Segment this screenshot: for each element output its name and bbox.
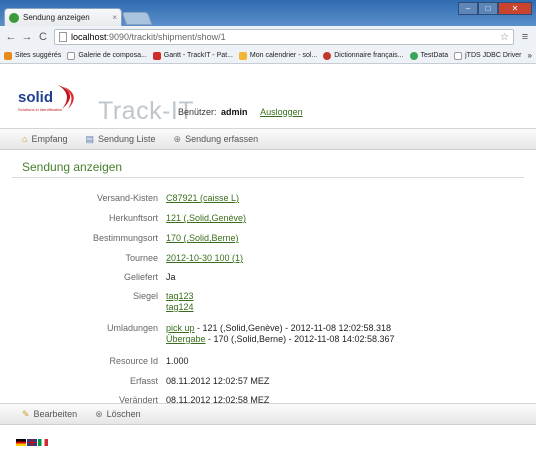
bestimmung-label: Bestimmungsort	[92, 233, 158, 243]
herkunft-label: Herkunftsort	[108, 213, 158, 223]
action-bar: ✎ Bearbeiten ⊗ Löschen	[0, 403, 536, 425]
main-nav: ⌂ Empfang ▤ Sendung Liste ⊕ Sendung erfa…	[0, 128, 536, 150]
delete-button[interactable]: ⊗ Löschen	[95, 409, 141, 420]
divider	[12, 177, 524, 178]
language-switcher	[16, 439, 49, 446]
page-title: Sendung anzeigen	[22, 160, 123, 174]
logout-link[interactable]: Ausloggen	[260, 107, 303, 117]
bookmarks-bar: Sites suggérés Galerie de composa... Gan…	[0, 48, 536, 64]
add-document-icon: ⊕	[173, 133, 182, 144]
bookmark-item[interactable]: Gantt - TrackIT - Pat...	[152, 51, 233, 60]
browser-tab[interactable]: Sendung anzeigen ×	[4, 8, 122, 26]
calendar-icon	[238, 51, 247, 60]
bookmark-item[interactable]: jTDS JDBC Driver	[454, 51, 522, 60]
list-icon: ▤	[85, 133, 94, 144]
close-window-button[interactable]: ✕	[498, 2, 532, 15]
german-flag-icon[interactable]	[16, 439, 26, 446]
edit-label: Bearbeiten	[33, 409, 78, 419]
page: solid Solutions in Identification Track-…	[0, 65, 536, 452]
edit-button[interactable]: ✎ Bearbeiten	[22, 409, 77, 420]
page-icon	[454, 51, 463, 60]
umladung-details: - 170 (,Solid,Berne) - 2012-11-08 14:02:…	[205, 334, 395, 344]
bestimmung-link[interactable]: 170 (,Solid,Berne)	[166, 233, 239, 243]
bookmarks-more-button[interactable]: »	[528, 51, 532, 60]
browser-titlebar: Sendung anzeigen × – □ ✕	[0, 0, 536, 26]
back-icon[interactable]: ←	[4, 31, 18, 43]
menu-icon[interactable]: ≡	[518, 31, 532, 43]
forward-icon[interactable]: →	[20, 31, 34, 43]
nav-create-label: Sendung erfassen	[185, 134, 259, 144]
erfasst-label: Erfasst	[129, 376, 158, 386]
siegel-label: Siegel	[132, 291, 158, 301]
pencil-icon: ✎	[22, 408, 30, 419]
url-input[interactable]: localhost :9090/trackit/shipment/show/1 …	[54, 29, 514, 45]
bookmark-label: Galerie de composa...	[78, 52, 147, 59]
siegel-link[interactable]: tag123	[166, 291, 194, 301]
bookmark-label: Mon calendrier - sol...	[249, 52, 318, 59]
english-flag-icon[interactable]	[27, 439, 37, 446]
new-tab-button[interactable]	[121, 12, 153, 25]
resource-label: Resource Id	[109, 356, 158, 366]
bookmark-item[interactable]: Dictionnaire français...	[323, 51, 404, 60]
user-info: Benützer: admin Ausloggen	[178, 107, 303, 117]
umladung-link[interactable]: pick up	[166, 323, 195, 333]
geliefert-value: Ja	[166, 272, 176, 282]
nav-list-label: Sendung Liste	[97, 134, 156, 144]
bookmark-star-icon[interactable]: ☆	[500, 32, 509, 43]
favicon-icon	[9, 12, 19, 23]
user-label: Benützer:	[178, 107, 217, 117]
reload-icon[interactable]: C	[36, 31, 50, 43]
nav-list[interactable]: ▤ Sendung Liste	[85, 134, 155, 145]
tournee-label: Tournee	[125, 253, 158, 263]
bookmark-icon	[323, 51, 332, 60]
bookmark-item[interactable]: Sites suggérés	[4, 51, 62, 60]
erfasst-value: 08.11.2012 12:02:57 MEZ	[166, 376, 270, 386]
italian-flag-icon[interactable]	[38, 439, 48, 446]
page-icon	[59, 32, 67, 42]
bookmark-item[interactable]: TestData	[409, 51, 449, 60]
versand-link[interactable]: C87921 (caisse L)	[166, 193, 239, 203]
bookmark-item[interactable]: Mon calendrier - sol...	[238, 51, 318, 60]
bookmark-label: Dictionnaire français...	[334, 52, 404, 59]
bookmark-item[interactable]: Galerie de composa...	[67, 51, 147, 60]
solid-logo[interactable]: solid Solutions in Identification	[18, 83, 78, 117]
logo-swoosh-icon	[58, 85, 74, 109]
bookmark-icon	[409, 51, 418, 60]
app-header: solid Solutions in Identification Track-…	[0, 65, 536, 128]
delete-icon: ⊗	[95, 408, 103, 419]
umladung-details: - 121 (,Solid,Genève) - 2012-11-08 12:02…	[194, 323, 391, 333]
logo-text: solid	[18, 89, 54, 106]
bookmark-label: TestData	[420, 52, 449, 59]
resource-value: 1.000	[166, 356, 189, 366]
bookmark-icon	[4, 51, 12, 60]
minimize-button[interactable]: –	[458, 2, 478, 15]
geliefert-label: Geliefert	[123, 272, 158, 282]
tournee-link[interactable]: 2012-10-30 100 (1)	[166, 253, 243, 263]
tab-close-icon[interactable]: ×	[112, 13, 117, 22]
bookmark-label: Gantt - TrackIT - Pat...	[163, 52, 233, 59]
nav-home-label: Empfang	[31, 134, 68, 144]
nav-create[interactable]: ⊕ Sendung erfassen	[174, 134, 259, 145]
siegel-link[interactable]: tag124	[166, 302, 194, 312]
delete-label: Löschen	[106, 409, 141, 419]
versand-label: Versand-Kisten	[96, 193, 158, 203]
umladungen-label: Umladungen	[106, 323, 158, 333]
page-icon	[67, 51, 76, 60]
tab-title: Sendung anzeigen	[23, 13, 90, 22]
address-toolbar: ← → C localhost :9090/trackit/shipment/s…	[0, 26, 536, 48]
herkunft-link[interactable]: 121 (,Solid,Genève)	[166, 213, 246, 223]
nav-home[interactable]: ⌂ Empfang	[22, 134, 67, 144]
window-controls: – □ ✕	[458, 2, 532, 15]
url-host: localhost	[71, 32, 107, 42]
user-name: admin	[221, 107, 248, 117]
bookmark-icon	[152, 51, 161, 60]
maximize-button[interactable]: □	[478, 2, 498, 15]
bookmark-label: Sites suggérés	[15, 52, 62, 59]
url-path: :9090/trackit/shipment/show/1	[106, 32, 226, 42]
umladung-link[interactable]: Übergabe	[166, 334, 206, 344]
bookmark-label: jTDS JDBC Driver	[465, 52, 522, 59]
home-icon: ⌂	[22, 134, 28, 144]
